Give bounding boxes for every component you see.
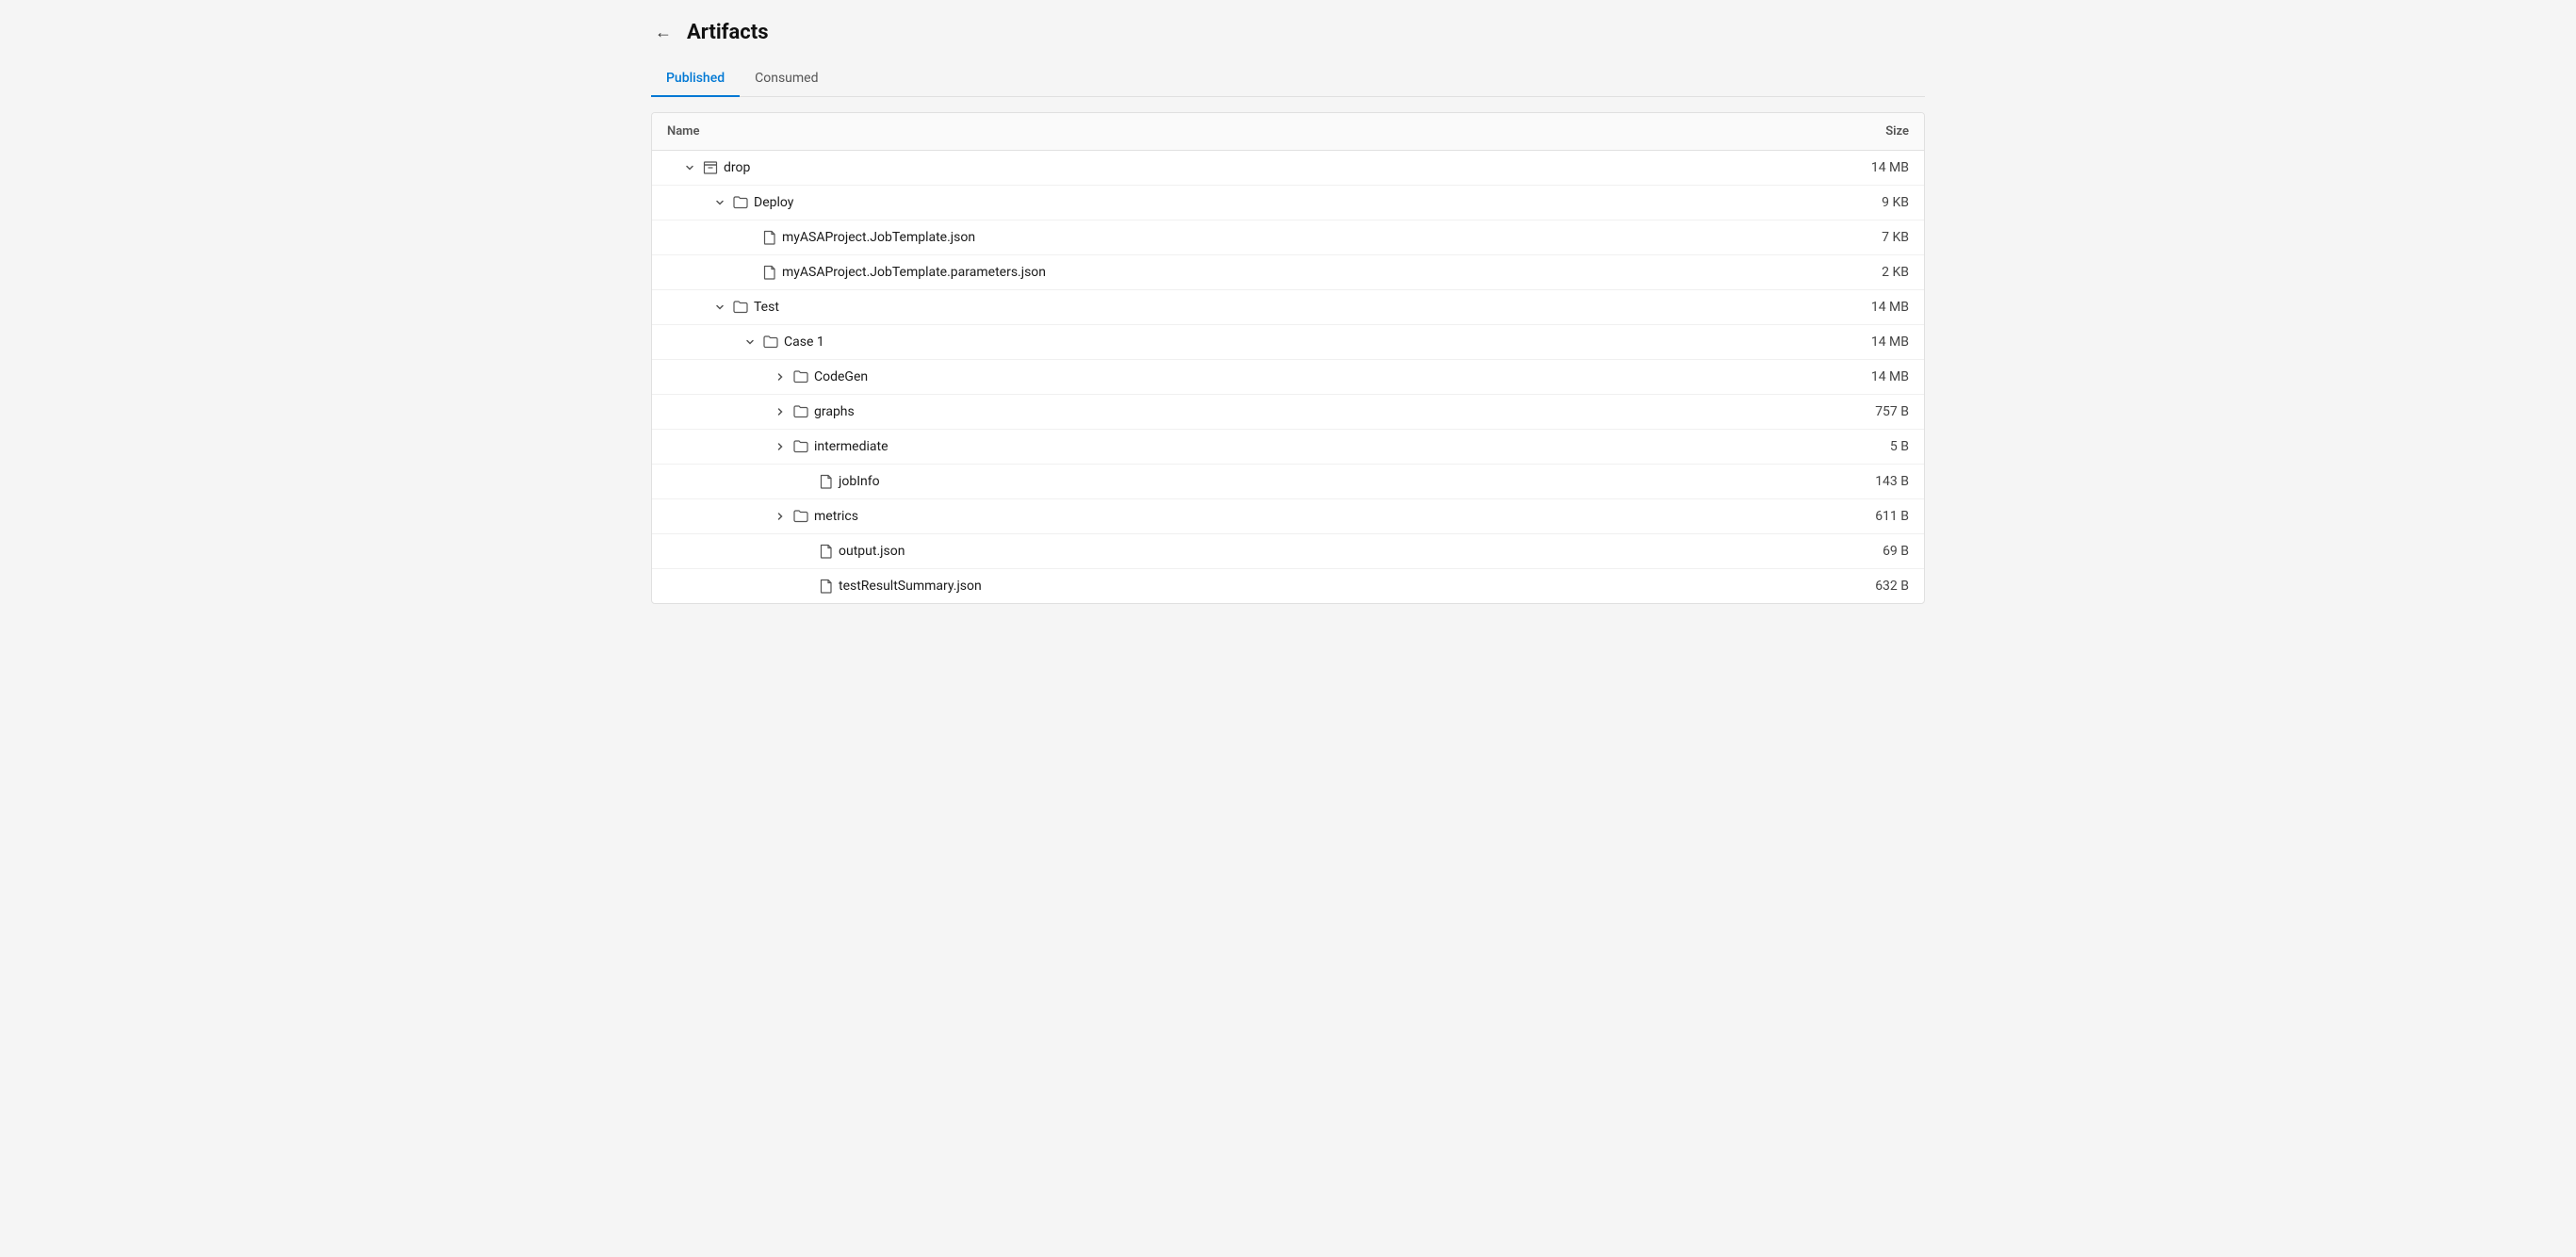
row-size-label: 14 MB	[1871, 369, 1909, 384]
folder-icon	[793, 404, 808, 419]
folder-icon	[793, 439, 808, 454]
row-size-label: 632 B	[1875, 579, 1909, 594]
file-icon	[820, 579, 833, 594]
table-row: myASAProject.JobTemplate.parameters.json…	[652, 255, 1924, 290]
table-row: intermediate 5 B	[652, 430, 1924, 465]
file-icon	[820, 544, 833, 559]
chevron-right-icon[interactable]	[773, 372, 788, 382]
row-size-label: 7 KB	[1882, 230, 1909, 245]
row-name-label: myASAProject.JobTemplate.parameters.json	[782, 265, 1046, 280]
row-name-label: metrics	[814, 509, 858, 524]
folder-icon	[763, 335, 778, 350]
row-size-label: 5 B	[1890, 439, 1909, 454]
table-row: myASAProject.JobTemplate.json 7 KB	[652, 220, 1924, 255]
row-size-label: 757 B	[1875, 404, 1909, 419]
table-row: output.json 69 B	[652, 534, 1924, 569]
page-title: Artifacts	[687, 21, 769, 44]
file-icon	[763, 230, 776, 245]
folder-icon	[733, 300, 748, 315]
chevron-down-icon[interactable]	[712, 302, 727, 312]
file-icon	[820, 474, 833, 489]
table-row: Deploy 9 KB	[652, 186, 1924, 220]
row-size-label: 14 MB	[1871, 335, 1909, 350]
table-row: Case 1 14 MB	[652, 325, 1924, 360]
row-name-label: testResultSummary.json	[839, 579, 982, 594]
page: ← Artifacts PublishedConsumed Name Size …	[628, 0, 1948, 623]
row-name-label: drop	[724, 160, 750, 175]
row-name-label: Deploy	[754, 195, 793, 210]
folder-icon	[793, 369, 808, 384]
row-name-label: graphs	[814, 404, 855, 419]
archive-icon	[703, 160, 718, 175]
row-name-label: myASAProject.JobTemplate.json	[782, 230, 975, 245]
row-name-label: CodeGen	[814, 369, 868, 384]
row-size-label: 14 MB	[1871, 300, 1909, 315]
file-icon	[763, 265, 776, 280]
folder-icon	[733, 195, 748, 210]
table-row: drop 14 MB	[652, 151, 1924, 186]
row-size-label: 611 B	[1875, 509, 1909, 524]
chevron-down-icon[interactable]	[712, 198, 727, 207]
row-name-label: jobInfo	[839, 474, 880, 489]
tab-bar: PublishedConsumed	[651, 61, 1925, 97]
row-name-label: Test	[754, 300, 779, 315]
tab-published[interactable]: Published	[651, 61, 740, 97]
artifacts-table: Name Size drop 14 MB Deploy 9 KB myASAProj…	[651, 112, 1925, 604]
col-name-header: Name	[667, 124, 699, 139]
tab-consumed[interactable]: Consumed	[740, 61, 833, 97]
table-row: jobInfo 143 B	[652, 465, 1924, 499]
col-size-header: Size	[1885, 124, 1909, 139]
chevron-down-icon[interactable]	[742, 337, 758, 347]
chevron-right-icon[interactable]	[773, 512, 788, 521]
page-header: ← Artifacts	[651, 19, 1925, 46]
table-row: CodeGen 14 MB	[652, 360, 1924, 395]
table-header: Name Size	[652, 113, 1924, 151]
row-size-label: 2 KB	[1882, 265, 1909, 280]
row-name-label: intermediate	[814, 439, 889, 454]
table-body: drop 14 MB Deploy 9 KB myASAProject.JobTem…	[652, 151, 1924, 603]
table-row: graphs 757 B	[652, 395, 1924, 430]
chevron-right-icon[interactable]	[773, 442, 788, 451]
chevron-down-icon[interactable]	[682, 163, 697, 172]
table-row: Test 14 MB	[652, 290, 1924, 325]
row-size-label: 143 B	[1875, 474, 1909, 489]
row-size-label: 14 MB	[1871, 160, 1909, 175]
table-row: testResultSummary.json 632 B	[652, 569, 1924, 603]
row-name-label: output.json	[839, 544, 905, 559]
back-button[interactable]: ←	[651, 19, 676, 46]
row-size-label: 69 B	[1883, 544, 1909, 559]
folder-icon	[793, 509, 808, 524]
chevron-right-icon[interactable]	[773, 407, 788, 416]
table-row: metrics 611 B	[652, 499, 1924, 534]
row-size-label: 9 KB	[1882, 195, 1909, 210]
row-name-label: Case 1	[784, 335, 824, 350]
